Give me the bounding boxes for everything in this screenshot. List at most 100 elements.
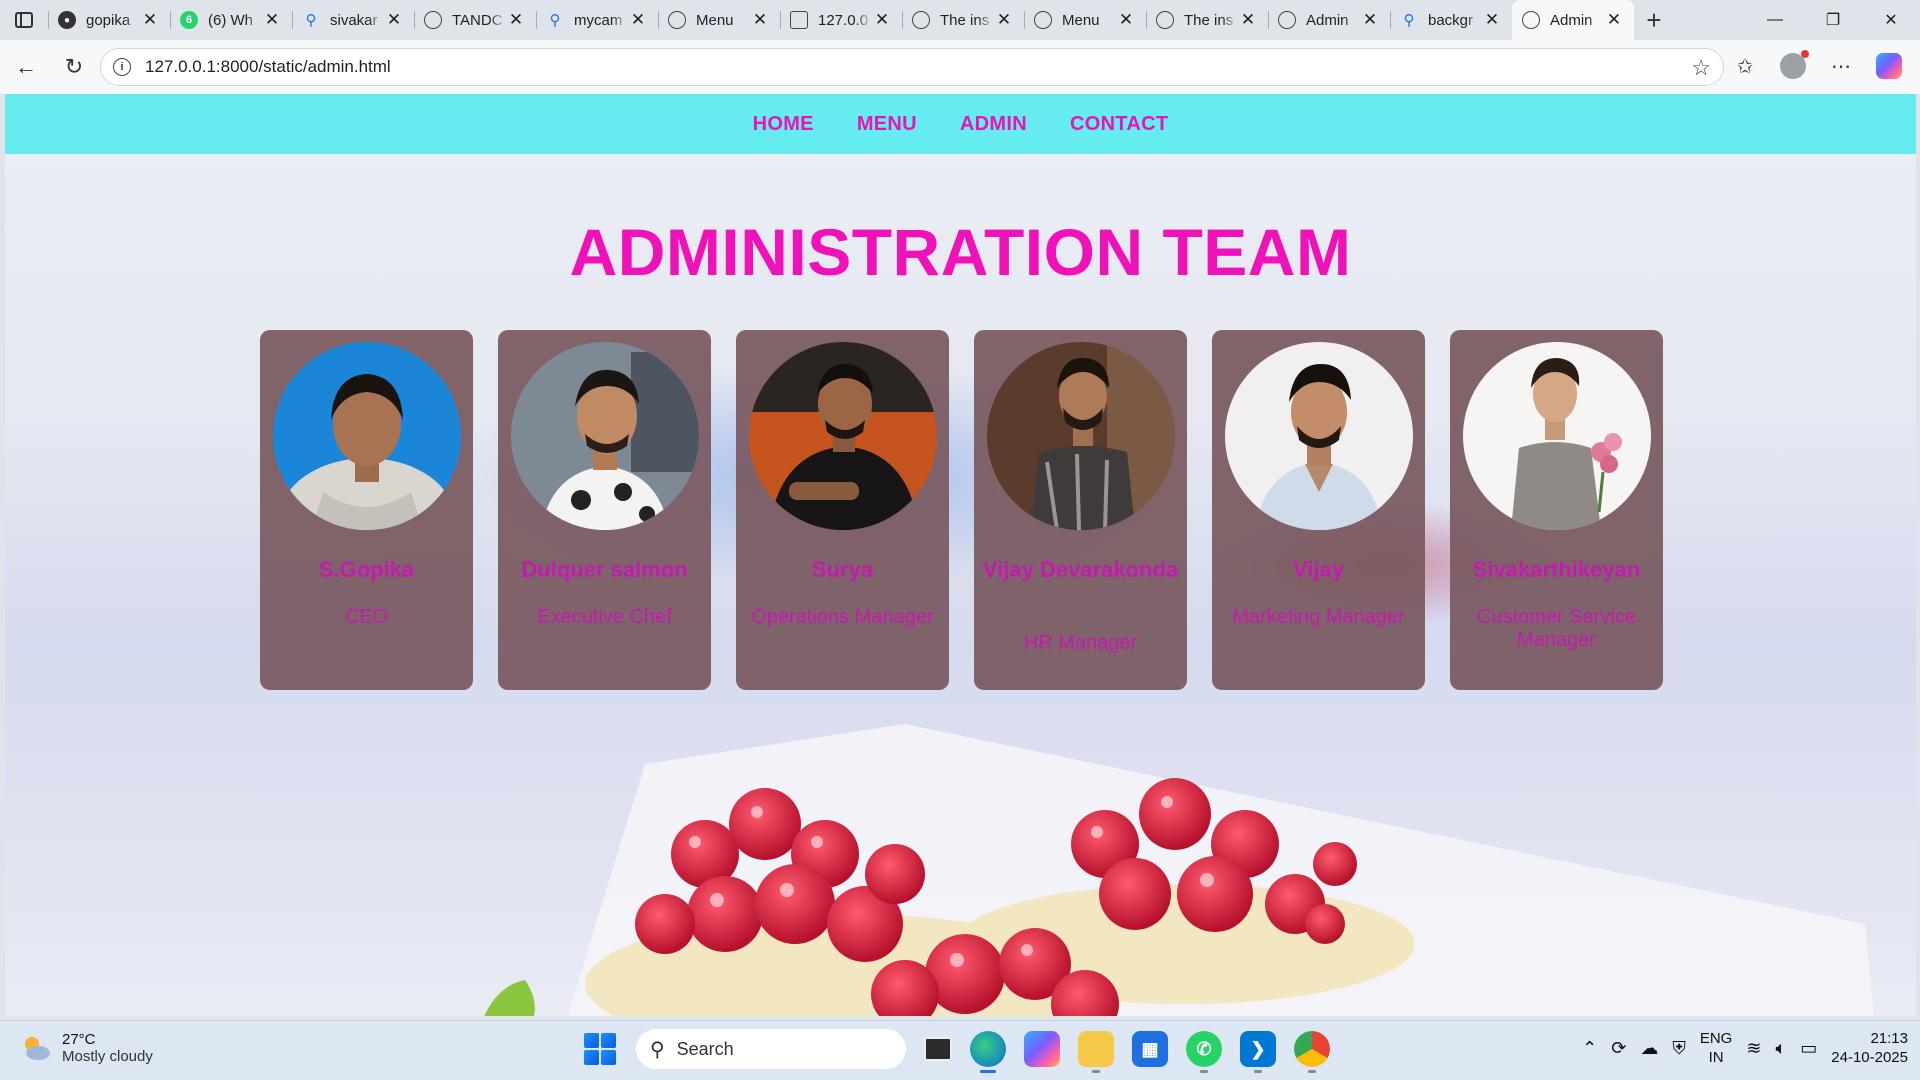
close-icon[interactable]: ✕	[750, 10, 770, 30]
weather-temp: 27°C	[62, 1031, 96, 1048]
team-name: Dulquer salmon	[521, 557, 688, 582]
github-icon: ●	[58, 11, 76, 29]
whatsapp-app-icon[interactable]: ✆	[1186, 1031, 1222, 1073]
address-bar[interactable]: i 127.0.0.1:8000/static/admin.html ☆	[100, 48, 1724, 86]
profile-button[interactable]	[1772, 45, 1814, 87]
tab-mycam[interactable]: ⚲ mycam ✕	[536, 0, 658, 40]
task-view-button[interactable]	[924, 1037, 952, 1061]
close-icon[interactable]: ✕	[872, 10, 892, 30]
close-icon[interactable]: ✕	[1482, 10, 1502, 30]
volume-icon[interactable]: 🔈︎	[1775, 1038, 1786, 1059]
chevron-up-icon[interactable]: ⌃	[1582, 1038, 1597, 1059]
region-code: IN	[1708, 1049, 1724, 1066]
tab-tandc[interactable]: TANDC ✕	[414, 0, 536, 40]
refresh-button[interactable]: ↻	[52, 45, 96, 89]
close-icon[interactable]: ✕	[1604, 10, 1624, 30]
close-icon[interactable]: ✕	[628, 10, 648, 30]
globe-icon	[1278, 11, 1296, 29]
page-title: ADMINISTRATION TEAM	[569, 215, 1352, 289]
team-name: Sivakarthikeyan	[1472, 557, 1641, 582]
tab-menu-2[interactable]: Menu ✕	[1024, 0, 1146, 40]
taskbar: 27°C Mostly cloudy ⚲ Search ▦ ✆ ❯ ⌃ ⟳ ☁ …	[0, 1020, 1920, 1080]
team-name: S.Gopika	[318, 557, 415, 582]
favorites-icon: ✩	[1736, 55, 1754, 78]
sync-icon[interactable]: ⟳	[1611, 1038, 1626, 1059]
restore-button[interactable]: ❐	[1804, 0, 1862, 40]
close-window-button[interactable]: ✕	[1862, 0, 1920, 40]
nav-menu[interactable]: MENU	[857, 113, 917, 136]
team-name: Vijay	[1293, 557, 1344, 582]
close-icon[interactable]: ✕	[384, 10, 404, 30]
start-button[interactable]	[582, 1031, 618, 1067]
tab-title: Menu	[1062, 11, 1100, 29]
address-toolbar: ← ↻ i 127.0.0.1:8000/static/admin.html ☆…	[0, 40, 1920, 94]
team-role: Operations Manager	[751, 606, 934, 628]
url-text[interactable]: 127.0.0.1:8000/static/admin.html	[145, 57, 391, 77]
nav-admin[interactable]: ADMIN	[960, 113, 1027, 136]
team-photo	[987, 342, 1175, 530]
nav-contact[interactable]: CONTACT	[1070, 113, 1168, 136]
store-app-icon[interactable]: ▦	[1132, 1031, 1168, 1067]
tab-menu-1[interactable]: Menu ✕	[658, 0, 780, 40]
close-icon[interactable]: ✕	[140, 10, 160, 30]
cloud-offline-icon[interactable]: ☁	[1640, 1038, 1658, 1059]
vscode-app-icon[interactable]: ❯	[1240, 1031, 1276, 1073]
tab-sivakar[interactable]: ⚲ sivakar ✕	[292, 0, 414, 40]
copilot-icon	[1876, 53, 1902, 79]
site-info-icon[interactable]: i	[113, 58, 131, 76]
team-role: CEO	[344, 606, 389, 628]
tab-backgr[interactable]: ⚲ backgr ✕	[1390, 0, 1512, 40]
tab-whatsapp[interactable]: 6 (6) Wh ✕	[170, 0, 292, 40]
team-photo	[273, 342, 461, 530]
close-icon[interactable]: ✕	[1116, 10, 1136, 30]
cloudy-weather-icon	[20, 1034, 52, 1062]
globe-icon	[1522, 11, 1540, 29]
search-placeholder: Search	[676, 1038, 734, 1059]
minimize-button[interactable]: —	[1746, 0, 1804, 40]
tab-admin-1[interactable]: Admin ✕	[1268, 0, 1390, 40]
new-tab-button[interactable]: +	[1634, 5, 1674, 36]
edge-app-icon[interactable]	[970, 1031, 1006, 1073]
search-icon: ⚲	[650, 1038, 665, 1061]
tab-gopika[interactable]: ● gopika ✕	[48, 0, 170, 40]
language-indicator[interactable]: ENG IN	[1700, 1029, 1733, 1067]
copilot-button[interactable]	[1868, 45, 1910, 87]
team-photo	[749, 342, 937, 530]
tab-title: TANDC	[452, 11, 503, 29]
site-navbar: HOME MENU ADMIN CONTACT	[5, 94, 1916, 154]
tab-the-ins-2[interactable]: The ins ✕	[1146, 0, 1268, 40]
tab-list: ● gopika ✕ 6 (6) Wh ✕ ⚲ sivakar ✕ TANDC ✕ ⚲ myca…	[48, 0, 1674, 40]
chrome-app-icon[interactable]	[1294, 1031, 1330, 1073]
close-icon[interactable]: ✕	[1360, 10, 1380, 30]
battery-icon[interactable]: ▭	[1800, 1038, 1817, 1059]
tab-admin-active[interactable]: Admin ✕	[1512, 0, 1634, 40]
wifi-icon[interactable]: ≋	[1746, 1038, 1761, 1059]
tab-the-ins-1[interactable]: The ins ✕	[902, 0, 1024, 40]
tab-title: backgr	[1428, 11, 1474, 29]
close-icon[interactable]: ✕	[994, 10, 1014, 30]
tab-localhost-pdf[interactable]: 127.0.0 ✕	[780, 0, 902, 40]
close-icon[interactable]: ✕	[262, 10, 282, 30]
team-cards: S.Gopika CEO Dulquer salmon Executive Ch…	[260, 330, 1663, 690]
shield-icon[interactable]: ⛨	[1672, 1038, 1686, 1059]
globe-icon	[1034, 11, 1052, 29]
team-name: Vijay Devarakonda	[982, 557, 1179, 582]
close-icon[interactable]: ✕	[1238, 10, 1258, 30]
back-button[interactable]: ←	[4, 45, 48, 89]
copilot-app-icon[interactable]	[1024, 1031, 1060, 1067]
team-role: HR Manager	[1023, 632, 1138, 654]
search-icon: ⚲	[1403, 12, 1415, 29]
taskbar-search[interactable]: ⚲ Search	[636, 1029, 906, 1069]
clock[interactable]: 21:13 24-10-2025	[1831, 1029, 1908, 1067]
close-icon[interactable]: ✕	[506, 10, 526, 30]
weather-widget[interactable]: 27°C Mostly cloudy	[20, 1031, 153, 1065]
tab-actions-button[interactable]	[0, 0, 48, 40]
tab-title: The ins	[940, 11, 990, 29]
more-menu-button[interactable]: ⋯	[1820, 45, 1862, 87]
nav-home[interactable]: HOME	[753, 113, 814, 136]
clock-time: 21:13	[1870, 1030, 1908, 1047]
file-explorer-icon[interactable]	[1078, 1031, 1114, 1073]
favorites-button[interactable]: ✩	[1724, 45, 1766, 87]
avatar	[1780, 50, 1809, 79]
favorite-star-icon[interactable]: ☆	[1691, 55, 1711, 81]
